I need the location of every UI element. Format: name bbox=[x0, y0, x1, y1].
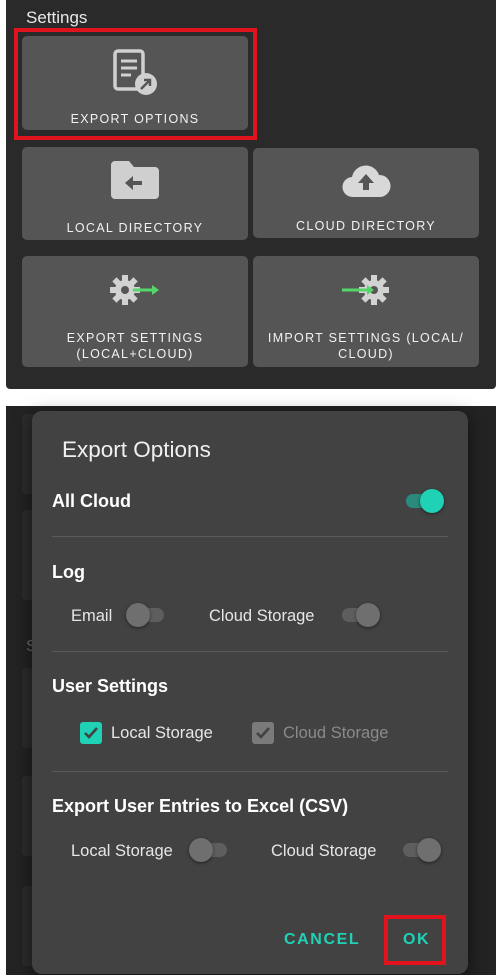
export-settings-label-line1: EXPORT SETTINGS bbox=[66, 331, 204, 345]
log-label: Log bbox=[52, 562, 85, 582]
cloud-directory-label: CLOUD DIRECTORY bbox=[296, 219, 436, 233]
gear-export-icon bbox=[22, 272, 248, 308]
divider bbox=[52, 771, 448, 772]
switch-thumb bbox=[417, 838, 441, 862]
export-entries-cloud-label: Cloud Storage bbox=[271, 842, 377, 860]
user-settings-cloud-label: Cloud Storage bbox=[283, 724, 389, 742]
export-options-highlight bbox=[14, 28, 257, 140]
user-settings-local-checkbox[interactable] bbox=[80, 722, 102, 744]
switch-thumb bbox=[356, 603, 380, 627]
export-entries-cloud-switch[interactable] bbox=[401, 837, 443, 863]
divider bbox=[52, 536, 448, 537]
checkmark-icon bbox=[84, 727, 98, 739]
settings-panel: Settings EXPORT OPTIONS LOCAL DIRECTORY … bbox=[6, 0, 496, 389]
log-email-label: Email bbox=[71, 607, 113, 625]
switch-thumb bbox=[126, 603, 150, 627]
export-entries-local-switch[interactable] bbox=[189, 837, 231, 863]
log-cloud-storage-switch[interactable] bbox=[340, 602, 382, 628]
settings-title: Settings bbox=[26, 8, 88, 27]
user-settings-local-label: Local Storage bbox=[111, 724, 213, 742]
import-settings-tile[interactable]: IMPORT SETTINGS (LOCAL/ CLOUD) bbox=[253, 256, 479, 367]
switch-thumb bbox=[189, 838, 213, 862]
export-settings-tile[interactable]: EXPORT SETTINGS (LOCAL+CLOUD) bbox=[22, 256, 248, 367]
export-options-dialog: Export Options All Cloud Log Email Cloud… bbox=[32, 411, 468, 974]
cloud-upload-icon bbox=[253, 164, 479, 200]
log-cloud-storage-label: Cloud Storage bbox=[209, 607, 315, 625]
ok-button-highlight bbox=[384, 915, 446, 965]
local-directory-label: LOCAL DIRECTORY bbox=[66, 221, 204, 235]
import-settings-label-line1: IMPORT SETTINGS (LOCAL/ bbox=[267, 331, 465, 345]
log-email-switch[interactable] bbox=[126, 602, 168, 628]
dialog-title: Export Options bbox=[62, 437, 211, 462]
divider bbox=[52, 651, 448, 652]
cloud-directory-tile[interactable]: CLOUD DIRECTORY bbox=[253, 148, 479, 238]
gear-import-icon bbox=[253, 272, 479, 308]
user-settings-label: User Settings bbox=[52, 676, 169, 696]
switch-thumb bbox=[420, 489, 444, 513]
import-settings-label-line2: CLOUD) bbox=[338, 347, 394, 361]
all-cloud-label: All Cloud bbox=[52, 491, 131, 511]
export-settings-label-line2: (LOCAL+CLOUD) bbox=[76, 347, 194, 361]
local-directory-tile[interactable]: LOCAL DIRECTORY bbox=[22, 147, 248, 240]
user-settings-cloud-checkbox bbox=[252, 722, 274, 744]
checkmark-icon bbox=[256, 727, 270, 739]
all-cloud-switch[interactable] bbox=[404, 488, 446, 514]
folder-back-icon bbox=[22, 159, 248, 201]
export-entries-label: Export User Entries to Excel (CSV) bbox=[52, 796, 349, 816]
cancel-button[interactable]: CANCEL bbox=[284, 931, 360, 949]
export-entries-local-label: Local Storage bbox=[71, 842, 173, 860]
